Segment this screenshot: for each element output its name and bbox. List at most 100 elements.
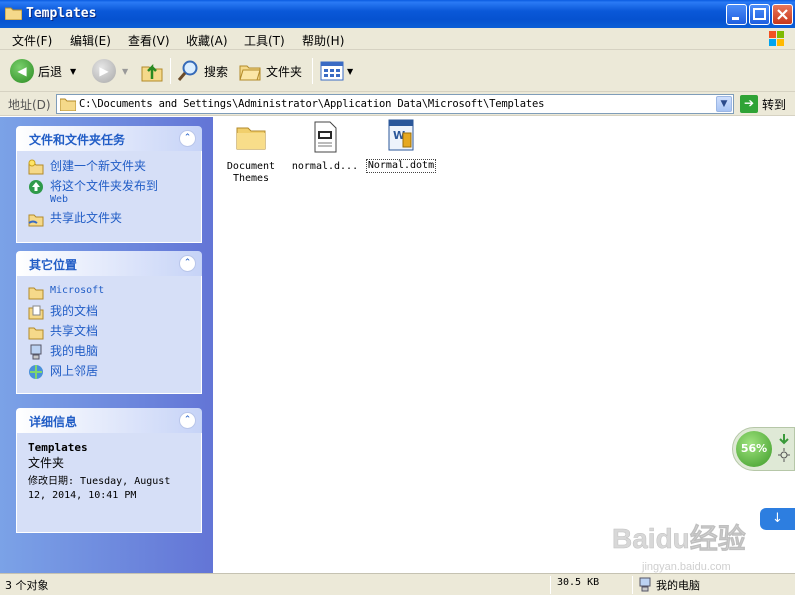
file-name: Themes [232,173,270,184]
window-title: Templates [26,6,97,21]
address-path: C:\Documents and Settings\Administrator\… [79,98,545,110]
folder-icon [28,327,44,340]
folders-label: 文件夹 [266,64,303,79]
details-header[interactable]: 详细信息 ⌃ [16,408,202,433]
minimize-icon [732,17,739,20]
go-label: 转到 [762,97,787,112]
chevron-down-icon[interactable]: ▼ [347,67,353,76]
minimize-button[interactable] [726,4,747,25]
windows-logo-icon [769,31,784,46]
place-my-documents[interactable]: 我的文档 [28,304,191,320]
shared-folder-icon [28,214,44,227]
svg-text:Baidu经验: Baidu经验 [612,522,746,554]
menu-edit[interactable]: 编辑(E) [70,32,111,49]
up-folder-button[interactable] [140,58,164,84]
task-publish-web[interactable]: 将这个文件夹发布到 Web [28,179,191,207]
folders-icon [239,65,261,81]
views-icon [320,61,344,81]
go-arrow-icon: ➔ [740,95,758,113]
place-label: 我的电脑 [50,344,99,358]
place-label: Microsoft [50,285,105,296]
word-template-icon: W [388,119,414,151]
status-bar: 3 个对象 30.5 KB 我的电脑 [0,573,795,595]
forward-arrow-icon: ▶ [92,59,116,83]
toolbar-separator [170,58,171,84]
task-pane: 文件和文件夹任务 ⌃ 创建一个新文件夹 将这个文件夹发布到 Web 共享此文件夹 [0,117,213,573]
network-icon [29,365,43,379]
menu-view[interactable]: 查看(V) [128,32,170,49]
speed-percent: 56% [736,431,772,467]
file-tasks-header[interactable]: 文件和文件夹任务 ⌃ [16,126,202,151]
search-label: 搜索 [204,64,229,79]
collapse-icon[interactable]: ⌃ [179,412,196,429]
place-my-computer[interactable]: 我的电脑 [28,344,191,360]
folders-button[interactable]: 文件夹 [238,58,302,84]
back-arrow-icon: ◀ [10,59,34,83]
scroll-down-button[interactable]: ↓ [760,508,795,530]
details-modified-line: 修改日期: Tuesday, August [28,476,171,487]
menu-file[interactable]: 文件(F) [12,32,52,49]
search-icon [177,60,198,81]
address-input[interactable]: C:\Documents and Settings\Administrator\… [56,94,734,114]
file-item[interactable]: Document Themes [213,121,289,185]
file-item[interactable]: W Normal.dotm [363,119,439,173]
other-places-panel: 其它位置 ⌃ Microsoft 我的文档 共享文档 我的电脑 网上邻居 [16,251,202,394]
task-label: 共享此文件夹 [50,211,123,225]
folder-icon [236,127,266,150]
details-name: Templates [28,441,88,454]
folder-icon [60,98,76,111]
address-label: 地址(D) [8,98,51,112]
svg-text:jingyan.baidu.com: jingyan.baidu.com [641,561,731,573]
status-location: 我的电脑 [656,579,700,592]
details-panel: 详细信息 ⌃ Templates 文件夹 修改日期: Tuesday, Augu… [16,408,202,533]
back-button[interactable]: ◀ 后退 ▼ [10,58,76,84]
my-computer-icon [639,577,651,592]
menu-favorites[interactable]: 收藏(A) [186,32,228,49]
details-modified-line: 12, 2014, 10:41 PM [28,490,137,501]
my-computer-icon [30,344,42,360]
place-microsoft[interactable]: Microsoft [28,284,191,300]
new-folder-icon [28,159,44,175]
up-folder-icon [141,63,163,82]
file-item[interactable]: normal.d... [287,121,363,173]
download-icon [778,434,790,462]
baidu-watermark: Baidu经验 jingyan.baidu.com [612,522,746,573]
details-type: 文件夹 [28,456,65,470]
go-button[interactable]: ➔ 转到 [740,95,786,113]
maximize-icon [753,8,766,20]
task-label: 创建一个新文件夹 [50,159,147,173]
file-view[interactable]: Document Themes normal.d... W Normal.dot… [213,117,795,573]
chevron-down-icon[interactable]: ▼ [122,67,128,76]
task-new-folder[interactable]: 创建一个新文件夹 [28,159,191,175]
file-name: Document [226,161,276,172]
file-name: Normal.dotm [365,159,437,173]
collapse-icon[interactable]: ⌃ [179,255,196,272]
status-size: 30.5 KB [557,577,600,588]
speed-widget[interactable]: 56% [732,427,795,471]
document-icon [314,121,337,153]
other-places-title: 其它位置 [29,258,78,272]
folder-icon [5,7,22,20]
menu-tools[interactable]: 工具(T) [244,32,285,49]
menu-bar: 文件(F) 编辑(E) 查看(V) 收藏(A) 工具(T) 帮助(H) [0,28,795,50]
place-shared-documents[interactable]: 共享文档 [28,324,191,340]
place-label: 共享文档 [50,324,99,338]
address-dropdown-button[interactable]: ▼ [716,96,732,112]
file-tasks-panel: 文件和文件夹任务 ⌃ 创建一个新文件夹 将这个文件夹发布到 Web 共享此文件夹 [16,126,202,243]
views-button[interactable]: ▼ [320,58,353,84]
menu-help[interactable]: 帮助(H) [302,32,344,49]
chevron-down-icon[interactable]: ▼ [70,67,76,76]
maximize-button[interactable] [749,4,770,25]
title-bar: Templates [0,0,795,28]
forward-button[interactable]: ▶ ▼ [92,58,128,84]
search-button[interactable]: 搜索 [176,58,228,84]
my-documents-icon [28,305,44,320]
collapse-icon[interactable]: ⌃ [179,130,196,147]
close-button[interactable] [772,4,793,25]
status-divider [550,576,551,594]
task-share-folder[interactable]: 共享此文件夹 [28,211,191,227]
place-network[interactable]: 网上邻居 [28,364,191,380]
other-places-header[interactable]: 其它位置 ⌃ [16,251,202,276]
task-label: Web [50,194,69,205]
file-name: normal.d... [291,161,359,172]
